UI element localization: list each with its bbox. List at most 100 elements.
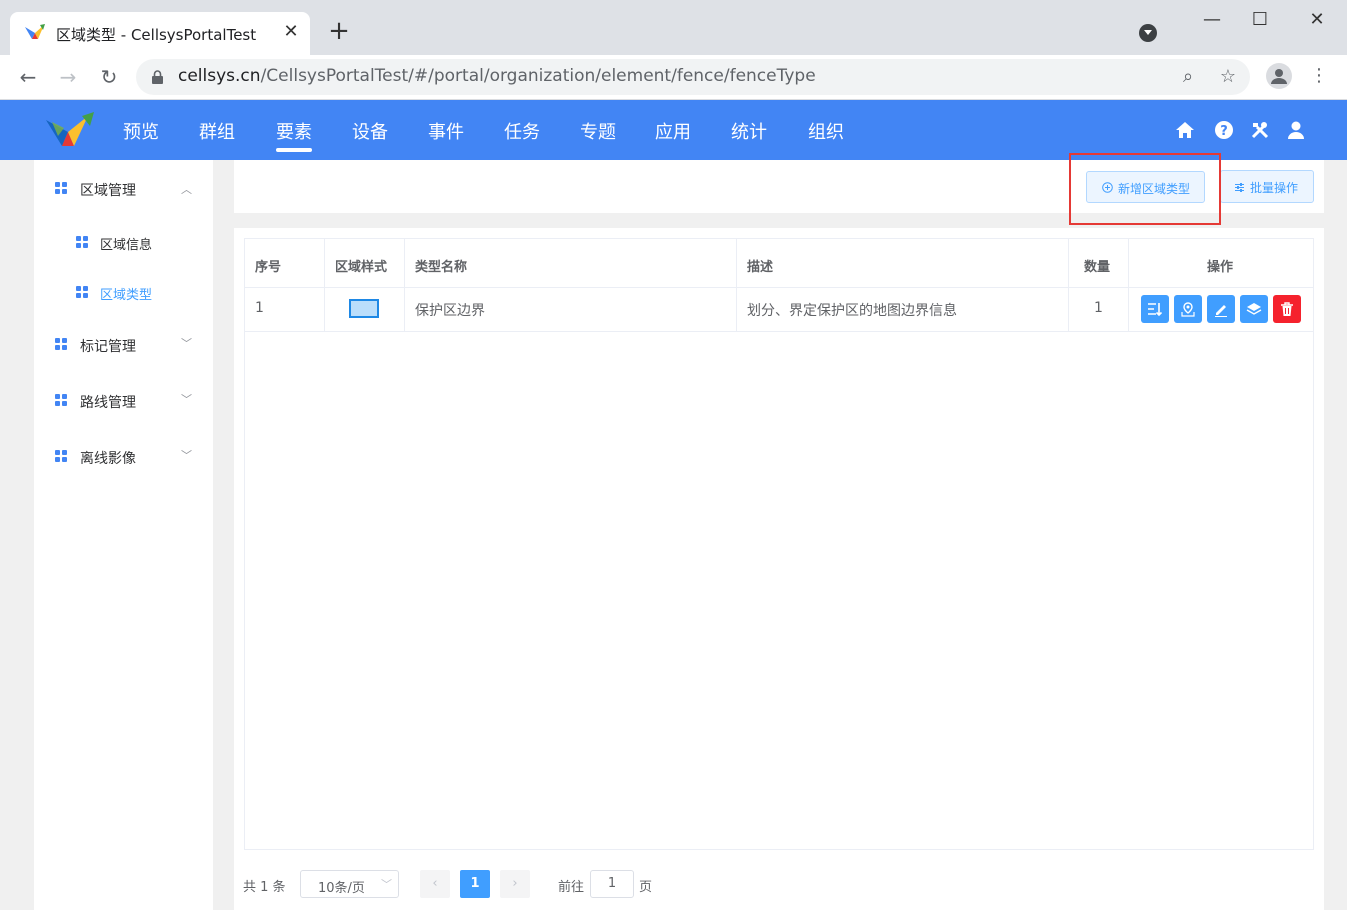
delete-icon xyxy=(1281,302,1293,316)
browser-titlebar: 区域类型 - CellsysPortalTest ✕ + — ☐ ✕ xyxy=(0,0,1347,55)
home-icon[interactable] xyxy=(1175,120,1195,140)
divider xyxy=(1128,239,1129,332)
sort-icon xyxy=(1148,303,1163,317)
column-header-name: 类型名称 xyxy=(415,260,468,275)
chevron-down-icon: ﹀ xyxy=(381,878,392,891)
divider xyxy=(245,331,1313,332)
page-body: 区域管理 ︿ 区域信息 区域类型 标记管理 ﹀ 路线管理 ﹀ 离线影像 ﹀ 新增… xyxy=(0,160,1347,910)
back-button[interactable]: ← xyxy=(14,63,42,91)
sliders-icon xyxy=(1235,183,1244,192)
chevron-down-icon: ﹀ xyxy=(181,449,192,462)
browser-tab[interactable]: 区域类型 - CellsysPortalTest ✕ xyxy=(10,12,310,55)
delete-button[interactable] xyxy=(1273,295,1301,323)
column-header-description: 描述 xyxy=(747,260,774,275)
sidebar-group-area-management[interactable]: 区域管理 ︿ xyxy=(34,168,213,208)
grid-icon xyxy=(55,450,67,462)
chevron-down-icon: ﹀ xyxy=(181,337,192,350)
tab-search-icon[interactable] xyxy=(1139,24,1157,42)
sidebar: 区域管理 ︿ 区域信息 区域类型 标记管理 ﹀ 路线管理 ﹀ 离线影像 ﹀ xyxy=(34,160,213,910)
layers-icon xyxy=(1246,303,1262,315)
page-number-current[interactable]: 1 xyxy=(460,870,490,898)
nav-item-organization[interactable]: 组织 xyxy=(808,118,844,144)
forward-button[interactable]: → xyxy=(54,63,82,91)
edit-button[interactable] xyxy=(1207,295,1235,323)
nav-item-groups[interactable]: 群组 xyxy=(199,118,235,144)
cell-index: 1 xyxy=(255,300,264,316)
sidebar-group-label: 区域管理 xyxy=(80,183,136,199)
content-card: 序号 区域样式 类型名称 描述 数量 操作 1 保护区边界 划分、界定保护区的地… xyxy=(234,228,1324,910)
app-logo-icon xyxy=(25,24,45,39)
nav-item-apps[interactable]: 应用 xyxy=(655,118,691,144)
batch-operation-label: 批量操作 xyxy=(1250,181,1299,195)
divider xyxy=(245,287,1313,288)
column-header-index: 序号 xyxy=(255,260,282,275)
column-header-style: 区域样式 xyxy=(335,260,388,275)
zoom-icon[interactable]: ⌕ xyxy=(1178,67,1198,87)
layers-button[interactable] xyxy=(1240,295,1268,323)
page-size-select[interactable]: 10条/页 ﹀ xyxy=(300,870,399,898)
nav-item-tasks[interactable]: 任务 xyxy=(504,118,540,144)
tab-close-icon[interactable]: ✕ xyxy=(282,21,300,43)
map-marker-icon xyxy=(1181,302,1195,317)
batch-operation-button[interactable]: 批量操作 xyxy=(1220,170,1314,203)
area-style-swatch xyxy=(349,299,379,318)
url-text: cellsys.cn/CellsysPortalTest/#/portal/or… xyxy=(178,66,816,86)
area-type-table: 序号 区域样式 类型名称 描述 数量 操作 1 保护区边界 划分、界定保护区的地… xyxy=(244,238,1314,850)
nav-item-preview[interactable]: 预览 xyxy=(123,118,159,144)
address-bar[interactable]: cellsys.cn/CellsysPortalTest/#/portal/or… xyxy=(136,59,1250,95)
sidebar-item-area-info[interactable]: 区域信息 xyxy=(34,222,213,262)
sidebar-group-label: 离线影像 xyxy=(80,451,136,467)
app-header: 预览 群组 要素 设备 事件 任务 专题 应用 统计 组织 ? xyxy=(0,100,1347,160)
sidebar-group-route-management[interactable]: 路线管理 ﹀ xyxy=(34,380,213,420)
grid-icon xyxy=(76,286,88,298)
tools-icon[interactable] xyxy=(1250,120,1270,140)
sidebar-group-marker-management[interactable]: 标记管理 ﹀ xyxy=(34,324,213,364)
nav-item-devices[interactable]: 设备 xyxy=(352,118,388,144)
reload-button[interactable]: ↻ xyxy=(95,63,123,91)
grid-icon xyxy=(55,394,67,406)
sidebar-item-area-type[interactable]: 区域类型 xyxy=(34,272,213,312)
highlight-box xyxy=(1069,153,1221,225)
user-icon[interactable] xyxy=(1286,120,1306,140)
svg-text:?: ? xyxy=(1220,124,1228,139)
nav-item-stats[interactable]: 统计 xyxy=(731,118,767,144)
minimize-button[interactable]: — xyxy=(1197,6,1227,34)
page-size-value: 10条/页 xyxy=(318,881,365,896)
person-icon xyxy=(1271,69,1287,84)
bookmark-star-icon[interactable]: ☆ xyxy=(1218,67,1238,87)
cell-count: 1 xyxy=(1094,300,1103,316)
maximize-button[interactable]: ☐ xyxy=(1245,6,1275,34)
edit-icon xyxy=(1215,305,1227,317)
help-icon[interactable]: ? xyxy=(1214,120,1234,140)
nav-item-elements[interactable]: 要素 xyxy=(276,118,312,152)
browser-toolbar: ← → ↻ cellsys.cn/CellsysPortalTest/#/por… xyxy=(0,55,1347,100)
chevron-up-icon: ︿ xyxy=(181,183,192,196)
chevron-down-icon: ﹀ xyxy=(181,393,192,406)
next-page-button[interactable]: › xyxy=(500,870,530,898)
profile-avatar[interactable] xyxy=(1266,63,1292,89)
sidebar-item-label: 区域类型 xyxy=(100,288,153,303)
goto-page-input[interactable]: 1 xyxy=(590,870,634,898)
sort-button[interactable] xyxy=(1141,295,1169,323)
grid-icon xyxy=(55,182,67,194)
locate-button[interactable] xyxy=(1174,295,1202,323)
sidebar-group-label: 标记管理 xyxy=(80,339,136,355)
sidebar-group-offline-imagery[interactable]: 离线影像 ﹀ xyxy=(34,436,213,476)
grid-icon xyxy=(55,338,67,350)
grid-icon xyxy=(76,236,88,248)
divider xyxy=(736,239,737,332)
cell-name: 保护区边界 xyxy=(415,303,485,319)
close-window-button[interactable]: ✕ xyxy=(1302,6,1332,34)
browser-menu-icon[interactable]: ⋮ xyxy=(1310,63,1328,89)
pagination-total: 共 1 条 xyxy=(243,880,286,895)
divider xyxy=(1068,239,1069,332)
nav-item-events[interactable]: 事件 xyxy=(428,118,464,144)
lock-icon xyxy=(152,70,163,84)
app-logo[interactable] xyxy=(44,110,96,150)
nav-item-topics[interactable]: 专题 xyxy=(580,118,616,144)
goto-prefix: 前往 xyxy=(558,880,585,895)
goto-suffix: 页 xyxy=(639,880,653,895)
new-tab-button[interactable]: + xyxy=(326,18,352,44)
divider xyxy=(404,239,405,332)
prev-page-button[interactable]: ‹ xyxy=(420,870,450,898)
